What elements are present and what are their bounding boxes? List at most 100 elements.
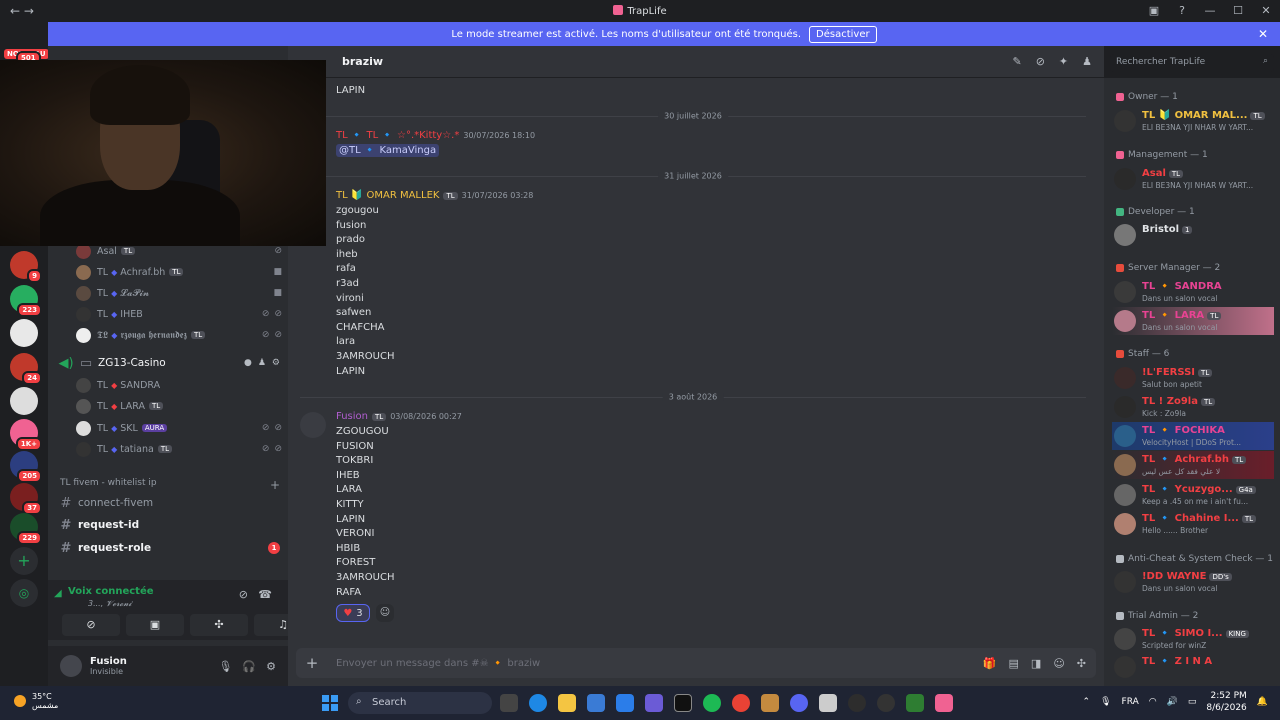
task-view-icon[interactable]	[500, 694, 518, 712]
server-icon[interactable]	[10, 387, 38, 415]
gear-icon[interactable]: ⚙	[272, 358, 280, 368]
file-explorer-icon[interactable]	[558, 694, 576, 712]
voice-user[interactable]: 𝕿𝕷 ◆ 𝖗𝖟𝖔𝖚𝖌𝖆 𝖍𝖊𝖗𝖓𝖆𝖓𝖉𝖊𝖟 TL ⊘ ⊘	[76, 325, 282, 345]
voice-user[interactable]: TL ◆ SANDRA	[76, 375, 282, 395]
discord-icon[interactable]	[790, 694, 808, 712]
voice-user[interactable]: TL ◆ 𝓛𝓪𝓟𝓲𝓷 ■	[76, 283, 282, 303]
member-item[interactable]: TL 🔹 SIMO I... KING Scripted for winZ	[1112, 625, 1274, 653]
add-user-icon[interactable]: ♟	[258, 358, 266, 368]
chat-icon[interactable]: ●	[244, 358, 252, 368]
server-icon[interactable]: 9	[10, 251, 42, 283]
clock[interactable]: 2:52 PM 8/6/2026	[1206, 690, 1246, 714]
member-item[interactable]: TL 🔰 OMAR MAL... TL ELI BE3NA YJI NHAR W Y…	[1112, 107, 1274, 135]
taskbar-search[interactable]: ⌕ Search	[348, 692, 492, 714]
member-item[interactable]: TL 🔹 Chahine I... TL Hello ...... Brother	[1112, 510, 1274, 538]
voice-user[interactable]: TL ◆ tatiana TL ⊘ ⊘	[76, 439, 282, 459]
voice-user[interactable]: TL ◆ Achraf.bh TL ■	[76, 262, 282, 282]
author-name[interactable]: TL 🔹 TL 🔹 ☆°.*Kitty☆.*	[336, 130, 459, 141]
noise-suppression-icon[interactable]: ⊘	[239, 588, 248, 601]
outlook-icon[interactable]	[587, 694, 605, 712]
voice-channel-label[interactable]: 3..., 𝓥𝓮𝓻𝓸𝓷𝓲	[88, 599, 132, 609]
obs-icon[interactable]	[877, 694, 895, 712]
member-item[interactable]: TL 🔹 Ycuzygo... G4a Keep a .45 on me i ain…	[1112, 481, 1274, 509]
author-name[interactable]: Fusion	[336, 411, 368, 422]
close-button[interactable]: ✕	[1252, 0, 1280, 21]
notifications-icon[interactable]: 🔔	[1257, 697, 1268, 707]
app-icon[interactable]	[761, 694, 779, 712]
store-icon[interactable]	[616, 694, 634, 712]
channel-request-role[interactable]: # request-role 1	[58, 538, 280, 558]
headphones-icon[interactable]: 🎧	[242, 660, 256, 673]
server-icon[interactable]: 229	[10, 513, 42, 545]
member-item[interactable]: TL 🔸 SANDRA Dans un salon vocal	[1112, 278, 1274, 306]
close-icon[interactable]: ✕	[1258, 27, 1268, 41]
add-server-icon[interactable]: +	[10, 547, 38, 575]
snipping-icon[interactable]	[819, 694, 837, 712]
battery-icon[interactable]: ▭	[1188, 697, 1197, 707]
member-item[interactable]: TL 🔸 FOCHIKA VelocityHost | DDoS Prot...	[1112, 422, 1274, 450]
voice-user[interactable]: TL ◆ SKL AURA ⊘ ⊘	[76, 418, 282, 438]
disconnect-icon[interactable]: ☎	[258, 588, 272, 601]
volume-icon[interactable]: 🔊	[1167, 697, 1178, 707]
app-icon[interactable]	[906, 694, 924, 712]
search-input[interactable]: Rechercher TrapLife ⌕	[1110, 54, 1274, 72]
reaction-heart[interactable]: ♥ 3	[336, 604, 370, 622]
minimize-button[interactable]: —	[1196, 0, 1224, 21]
threads-icon[interactable]: ✎	[1012, 55, 1021, 68]
windows-start-icon[interactable]	[322, 695, 338, 711]
screen-share-button[interactable]: ▣	[126, 614, 184, 636]
chrome-icon[interactable]	[732, 694, 750, 712]
pin-icon[interactable]: ✦	[1059, 55, 1068, 68]
message-composer[interactable]: + Envoyer un message dans #☠ 🔸 braziw 🎁 …	[296, 648, 1096, 678]
traplife-icon[interactable]	[935, 694, 953, 712]
server-icon[interactable]: 205	[10, 451, 42, 483]
terminal-icon[interactable]	[674, 694, 692, 712]
apps-icon[interactable]: ✣	[1077, 657, 1086, 670]
activities-button[interactable]: ✣	[190, 614, 248, 636]
chevron-up-icon[interactable]: ⌃	[1083, 697, 1091, 707]
disable-streamer-button[interactable]: Désactiver	[809, 25, 877, 43]
member-item[interactable]: TL 🔹 Z I N A	[1112, 653, 1274, 681]
app-icon[interactable]	[848, 694, 866, 712]
gift-icon[interactable]: 🎁	[983, 657, 997, 670]
user-mention[interactable]: @TL 🔹 KamaVinga	[336, 144, 440, 157]
members-icon[interactable]: ♟	[1082, 55, 1092, 68]
weather-widget[interactable]: 35°C مشمس	[14, 692, 58, 710]
server-icon[interactable]: 37	[10, 483, 42, 515]
member-item[interactable]: TL ! Zo9la TL Kick : Zo9la	[1112, 393, 1274, 421]
add-reaction-icon[interactable]: ☺	[376, 604, 394, 622]
member-item[interactable]: !L'FERSSI TL Salut bon apetit	[1112, 364, 1274, 392]
inbox-icon[interactable]: ▣	[1140, 0, 1168, 21]
add-channel-icon[interactable]: +	[270, 478, 280, 492]
member-item[interactable]: TL 🔸 LARA TL Dans un salon vocal	[1112, 307, 1274, 335]
server-icon[interactable]: 223	[10, 285, 42, 317]
upload-icon[interactable]: +	[296, 654, 328, 672]
server-icon[interactable]: 24	[10, 353, 42, 385]
emoji-icon[interactable]: ☺	[1053, 657, 1064, 670]
server-icon[interactable]	[10, 319, 38, 347]
avatar[interactable]	[300, 412, 326, 438]
channel-connect-fivem[interactable]: # connect-fivem	[58, 493, 280, 513]
spotify-icon[interactable]	[703, 694, 721, 712]
voice-user[interactable]: TL ◆ IHEB ⊘ ⊘	[76, 304, 282, 324]
voice-channel-zg13-casino[interactable]: ◀) ▭ ZG13-Casino ● ♟ ⚙	[58, 353, 280, 373]
gear-icon[interactable]: ⚙	[266, 660, 276, 673]
camera-off-button[interactable]: ⊘	[62, 614, 120, 636]
microphone-icon[interactable]: 🎙	[1100, 697, 1111, 707]
teams-icon[interactable]	[645, 694, 663, 712]
help-icon[interactable]: ?	[1168, 0, 1196, 21]
avatar[interactable]	[60, 655, 82, 677]
traplife-server-icon[interactable]: 1K+	[10, 419, 42, 451]
notifications-icon[interactable]: ⊘	[1036, 55, 1045, 68]
author-name[interactable]: TL 🔰 OMAR MALLEK	[336, 190, 439, 201]
microphone-icon[interactable]: 🎙	[218, 660, 232, 673]
maximize-button[interactable]: ☐	[1224, 0, 1252, 21]
gif-icon[interactable]: ▤	[1009, 657, 1019, 670]
voice-user[interactable]: TL ◆ LARA TL	[76, 396, 282, 416]
language-indicator[interactable]: FRA	[1122, 697, 1139, 707]
sticker-icon[interactable]: ◨	[1031, 657, 1041, 670]
explore-icon[interactable]: ◎	[10, 579, 38, 607]
channel-request-id[interactable]: # request-id	[58, 515, 280, 535]
member-item[interactable]: TL 🔹 Achraf.bh TL لا علي فقد كل عس ليس	[1112, 451, 1274, 479]
edge-icon[interactable]	[529, 694, 547, 712]
